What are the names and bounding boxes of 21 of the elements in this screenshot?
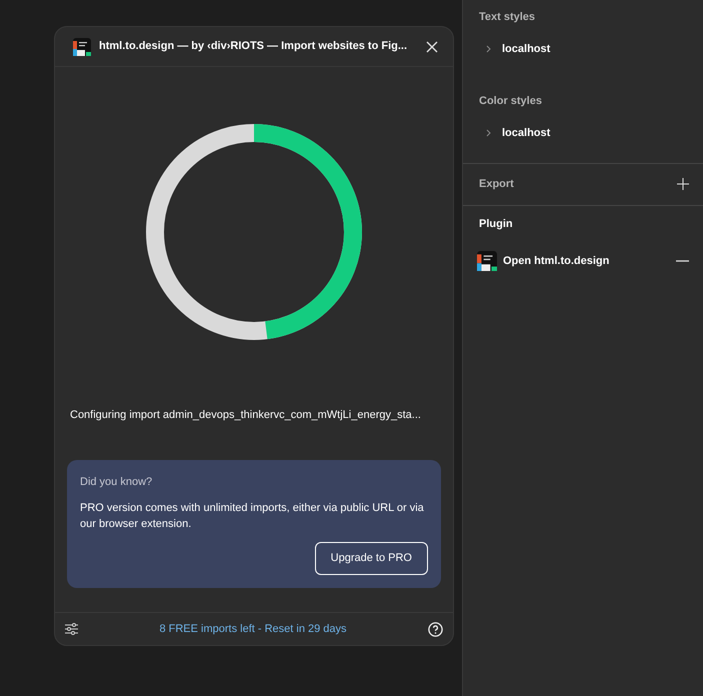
plugin-item[interactable]: Open html.to.design <box>503 252 670 270</box>
section-title: Color styles <box>478 94 543 109</box>
chevron-icon[interactable] <box>485 128 491 137</box>
close-button[interactable] <box>425 40 439 54</box>
status-text: Configuring import admin_devops_thinkervc_com_mWtjLi_energy_sta... <box>69 408 422 423</box>
add-icon[interactable] <box>677 178 689 190</box>
quota-link[interactable]: 8 FREE imports left - Reset in 29 days <box>159 620 347 638</box>
style-item[interactable]: localhost <box>502 40 550 57</box>
app-logo-icon <box>73 38 91 56</box>
upgrade-button[interactable]: Upgrade to PRO <box>314 542 428 574</box>
section-title: Plugin <box>478 216 514 232</box>
app-logo-icon <box>477 251 497 271</box>
help-icon[interactable] <box>428 622 443 636</box>
section-title: Text styles <box>478 10 536 25</box>
tip-text: PRO version comes with unlimited imports, either via public URL or via our browser extension. <box>80 501 425 532</box>
window-title: html.to.design — by ‹div›RIOTS — Import websites to Fig... <box>99 39 408 54</box>
chevron-icon[interactable] <box>485 44 491 53</box>
section-title: Export <box>479 177 514 192</box>
style-item[interactable]: localhost <box>502 124 550 141</box>
settings-icon[interactable] <box>65 623 78 635</box>
tip-heading: Did you know? <box>80 474 154 490</box>
